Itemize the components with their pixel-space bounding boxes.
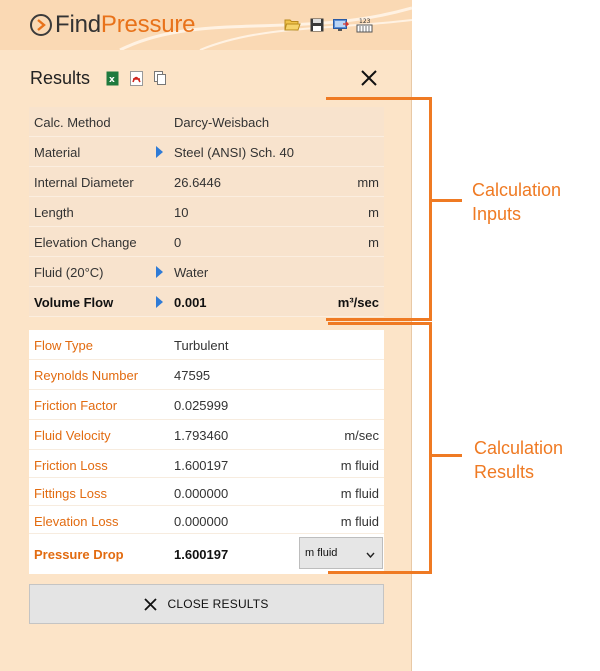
result-value: 0.000000 — [174, 486, 229, 501]
pressure-drop-value: 1.600197 — [174, 547, 229, 562]
input-label: Internal Diameter — [34, 175, 134, 190]
input-value[interactable]: Water — [174, 265, 208, 280]
selector-arrow-icon[interactable] — [156, 296, 163, 308]
number-pad-icon[interactable]: 123 — [356, 16, 373, 33]
close-icon[interactable] — [358, 67, 380, 89]
result-label: Reynolds Number — [34, 368, 139, 383]
screenshot-stage: FindPressure 123 Results x Calc. Method … — [0, 0, 600, 671]
close-icon — [144, 597, 158, 611]
callout-results-line1: Calculation — [474, 438, 564, 458]
excel-icon[interactable]: x — [105, 70, 119, 86]
send-to-screen-icon[interactable] — [332, 16, 349, 33]
pdf-icon[interactable] — [129, 70, 143, 86]
close-results-button[interactable]: CLOSE RESULTS — [29, 584, 384, 624]
svg-text:x: x — [109, 75, 115, 85]
result-value: Turbulent — [174, 338, 229, 353]
export-toolbar: x — [105, 70, 167, 86]
result-label: Friction Loss — [34, 458, 108, 473]
inputs-bracket — [326, 97, 432, 321]
input-value[interactable]: Darcy-Weisbach — [174, 115, 269, 130]
logo-text-pressure: Pressure — [100, 11, 196, 38]
input-label: Material — [34, 145, 81, 160]
close-results-label: CLOSE RESULTS — [167, 597, 269, 611]
copy-icon[interactable] — [153, 70, 167, 86]
input-label: Fluid (20°C) — [34, 265, 104, 280]
result-value: 0.025999 — [174, 398, 229, 413]
result-value: 0.000000 — [174, 514, 229, 529]
input-value[interactable]: 10 — [174, 205, 188, 220]
calculation-inputs-callout: Calculation Inputs — [472, 178, 561, 226]
result-label: Fluid Velocity — [34, 428, 111, 443]
callout-inputs-line2: Inputs — [472, 204, 522, 224]
selector-arrow-icon[interactable] — [156, 146, 163, 158]
svg-text:123: 123 — [359, 18, 371, 25]
folder-open-icon[interactable] — [284, 16, 301, 33]
logo-text-find: Find — [55, 11, 101, 38]
result-value: 1.793460 — [174, 428, 229, 443]
chevron-right-icon — [30, 14, 52, 36]
input-label: Length — [34, 205, 74, 220]
result-label: Fittings Loss — [34, 486, 107, 501]
input-value[interactable]: Steel (ANSI) Sch. 40 — [174, 145, 294, 160]
header-toolbar: 123 — [284, 16, 373, 33]
result-value: 1.600197 — [174, 458, 229, 473]
app-logo: FindPressure — [30, 11, 196, 38]
result-value: 47595 — [174, 368, 211, 383]
input-label: Calc. Method — [34, 115, 111, 130]
calculation-results-callout: Calculation Results — [474, 436, 563, 484]
results-bracket — [328, 322, 432, 574]
result-label: Elevation Loss — [34, 514, 119, 529]
result-label: Flow Type — [34, 338, 94, 353]
app-header: FindPressure 123 — [0, 0, 412, 50]
pressure-drop-label: Pressure Drop — [34, 547, 124, 562]
callout-inputs-line1: Calculation — [472, 180, 562, 200]
input-label: Elevation Change — [34, 235, 137, 250]
inputs-bracket-tick — [432, 199, 462, 202]
input-value[interactable]: 0 — [174, 235, 181, 250]
input-label: Volume Flow — [34, 295, 114, 310]
results-bracket-tick — [432, 454, 462, 457]
result-label: Friction Factor — [34, 398, 118, 413]
results-title: Results — [30, 68, 91, 88]
input-value[interactable]: 26.6446 — [174, 175, 221, 190]
input-value[interactable]: 0.001 — [174, 295, 207, 310]
save-icon[interactable] — [308, 16, 325, 33]
callout-results-line2: Results — [474, 462, 535, 482]
selector-arrow-icon[interactable] — [156, 266, 163, 278]
